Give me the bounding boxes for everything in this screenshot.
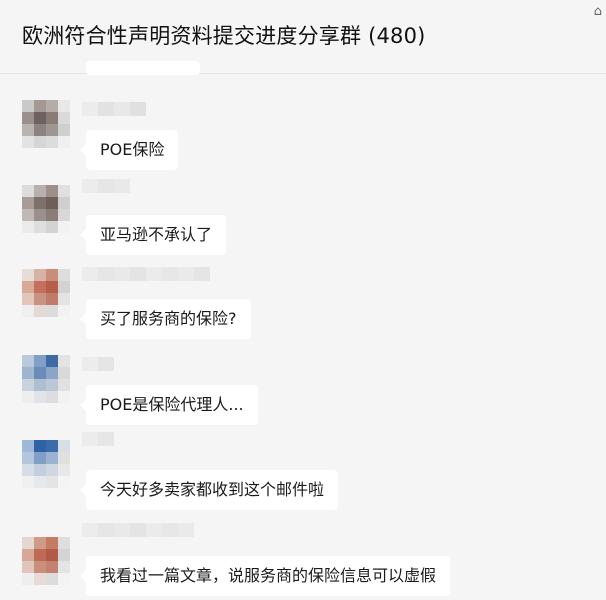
message-bubble[interactable]: 买了服务商的保险?: [80, 299, 251, 339]
pin-icon[interactable]: ⌂: [594, 4, 602, 19]
message-bubble[interactable]: POE是保险代理人...: [80, 385, 258, 425]
sender-name: [82, 432, 114, 446]
group-title: 欧洲符合性声明资料提交进度分享群 (480): [22, 24, 426, 48]
message-bubble[interactable]: POE保险: [79, 130, 179, 170]
sender-name: [82, 102, 146, 116]
sender-name: [82, 267, 210, 281]
previous-message-bubble[interactable]: [86, 61, 200, 75]
avatar[interactable]: [22, 537, 70, 585]
avatar[interactable]: [22, 100, 70, 148]
sender-name: [82, 357, 114, 371]
avatar[interactable]: [22, 440, 70, 488]
message-list[interactable]: POE保险 亚马逊不承认了 买了服务商的保险? POE是保险代理人... 今天好…: [0, 61, 606, 600]
sender-name: [82, 523, 194, 537]
message-bubble[interactable]: 我看过一篇文章，说服务商的保险信息可以虚假: [79, 556, 451, 596]
message-bubble[interactable]: 今天好多卖家都收到这个邮件啦: [79, 470, 339, 510]
avatar[interactable]: [22, 185, 70, 233]
avatar[interactable]: [22, 269, 70, 317]
avatar[interactable]: [22, 355, 70, 403]
chat-window: 欧洲符合性声明资料提交进度分享群 (480) ⌂ POE保险 亚马逊不承认了 买…: [0, 0, 606, 600]
sender-name: [82, 179, 130, 193]
message-bubble[interactable]: 亚马逊不承认了: [79, 215, 227, 255]
